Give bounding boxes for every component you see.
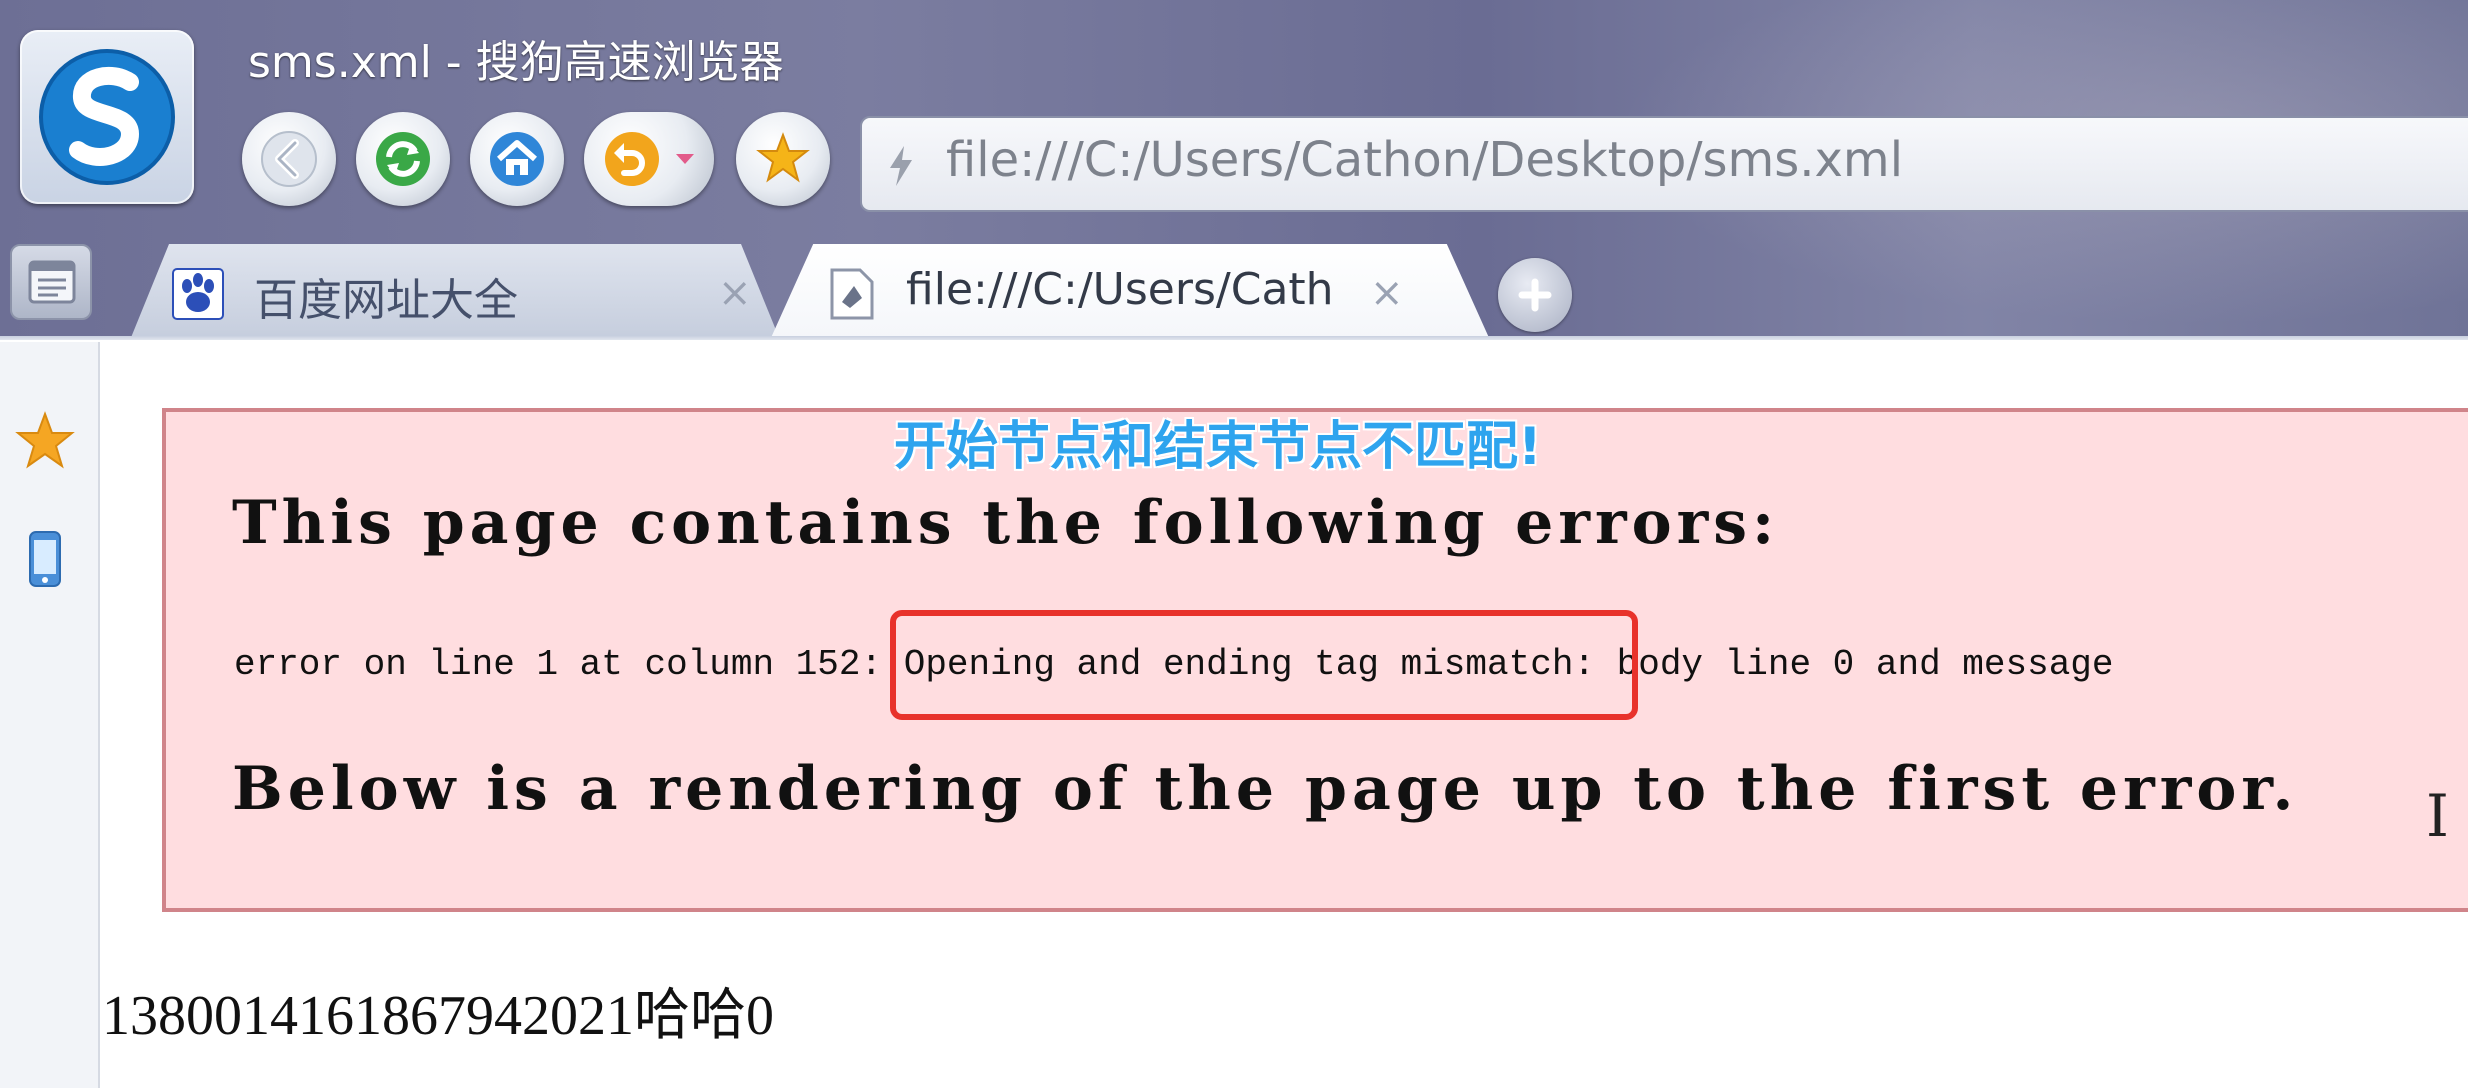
- back-arrow-icon: [261, 131, 317, 187]
- tab-label: 百度网址大全: [254, 275, 518, 326]
- refresh-icon: [376, 132, 430, 186]
- new-tab-button[interactable]: [1498, 258, 1572, 332]
- tab-sms-xml[interactable]: file:///C:/Users/Cath ×: [770, 244, 1490, 340]
- rendered-page-text: 13800141618679420​21哈哈0: [102, 985, 774, 1047]
- undo-icon: [605, 132, 659, 186]
- text-cursor-icon: I: [2426, 782, 2449, 850]
- browser-chrome: sms.xml - 搜狗高速浏览器 file:///C:/Users/Catho…: [0, 0, 2468, 340]
- highlight-annotation-box: [890, 610, 1638, 720]
- tab-close-icon[interactable]: ×: [718, 270, 752, 316]
- tab-close-icon[interactable]: ×: [1370, 270, 1404, 316]
- mobile-device-icon[interactable]: [14, 528, 76, 590]
- file-page-icon: [830, 268, 874, 320]
- sogou-logo-icon: [39, 49, 175, 185]
- favorites-button[interactable]: [736, 112, 830, 206]
- undo-close-tab-button[interactable]: [584, 112, 714, 206]
- sogou-logo[interactable]: [20, 30, 194, 204]
- window-title: sms.xml - 搜狗高速浏览器: [248, 37, 784, 88]
- toolbar-divider: [0, 336, 2468, 340]
- sidebar: [0, 342, 100, 1088]
- home-button[interactable]: [470, 112, 564, 206]
- render-heading: Below is a rendering of the page up to t…: [232, 754, 2299, 824]
- plus-icon: [1518, 278, 1552, 312]
- error-heading: This page contains the following errors:: [232, 488, 1780, 558]
- tab-baidu[interactable]: 百度网址大全 ×: [130, 244, 780, 340]
- tab-label: file:///C:/Users/Cath: [906, 264, 1334, 315]
- lightning-icon: [890, 146, 912, 186]
- favorites-star-icon[interactable]: [14, 410, 76, 472]
- home-icon: [490, 132, 544, 186]
- baidu-paw-icon: [172, 268, 224, 320]
- star-icon: [756, 132, 810, 183]
- refresh-button[interactable]: [356, 112, 450, 206]
- tab-menu-button[interactable]: [10, 244, 92, 320]
- address-bar[interactable]: file:///C:/Users/Cathon/Desktop/sms.xml: [860, 116, 2468, 212]
- tab-list-icon: [28, 260, 76, 304]
- annotation-caption: 开始节点和结束节点不匹配!: [894, 417, 1542, 477]
- back-button[interactable]: [242, 112, 336, 206]
- address-url[interactable]: file:///C:/Users/Cathon/Desktop/sms.xml: [946, 132, 1903, 188]
- chevron-down-icon[interactable]: [674, 150, 696, 168]
